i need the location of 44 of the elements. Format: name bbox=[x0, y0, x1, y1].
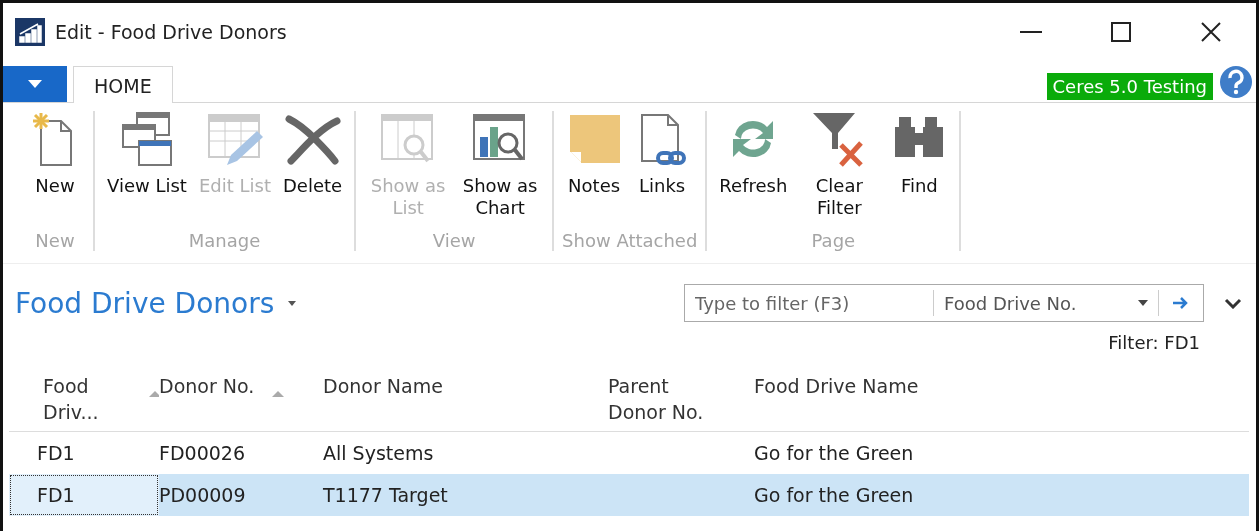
close-icon[interactable] bbox=[1201, 21, 1221, 42]
column-header[interactable]: Donor No. bbox=[159, 373, 255, 399]
table-pencil-icon bbox=[206, 111, 263, 167]
ribbon-button[interactable]: Refresh bbox=[715, 111, 792, 230]
ribbon-button[interactable]: Notes bbox=[562, 111, 627, 230]
table-cell: FD00026 bbox=[159, 442, 245, 464]
ribbon-button[interactable]: View List bbox=[103, 111, 191, 230]
column-header[interactable]: Food Driv... bbox=[43, 373, 132, 425]
ribbon-tab[interactable]: HOME bbox=[73, 66, 173, 103]
caret-icon bbox=[28, 80, 42, 88]
filter-label: Filter: FD1 bbox=[1108, 332, 1200, 353]
ribbon-button[interactable]: Show as Chart bbox=[456, 111, 545, 230]
window-title: Edit - Food Drive Donors bbox=[55, 20, 288, 43]
table-cell: Go for the Green bbox=[754, 442, 914, 464]
company-badge: Ceres 5.0 Testing bbox=[1046, 73, 1213, 100]
caret-icon[interactable] bbox=[288, 300, 297, 306]
ribbon-button[interactable]: Find bbox=[887, 111, 952, 230]
column-header[interactable]: Donor Name bbox=[323, 373, 443, 399]
table-cell: FD1 bbox=[37, 484, 75, 506]
group-label: Manage bbox=[187, 230, 262, 251]
field-dropdown[interactable]: Food Drive No. bbox=[934, 290, 1159, 316]
table-cell: T1177 Target bbox=[323, 484, 448, 506]
table-cell: FD1 bbox=[37, 442, 75, 464]
page-title: Food Drive Donors bbox=[15, 286, 275, 320]
group-label: New bbox=[34, 230, 76, 251]
group-label: Page bbox=[810, 230, 857, 251]
ribbon-button[interactable]: Links bbox=[630, 111, 695, 230]
ribbon-button[interactable]: Clear Filter bbox=[795, 111, 884, 230]
app-menu-button[interactable] bbox=[3, 66, 67, 102]
table-cell: PD00009 bbox=[159, 484, 246, 506]
help-icon[interactable] bbox=[1219, 65, 1253, 99]
table-cell: All Systems bbox=[323, 442, 434, 464]
group-label: Show Attached bbox=[562, 230, 698, 251]
ribbon-button[interactable]: Delete bbox=[278, 111, 347, 230]
ribbon-button[interactable]: New bbox=[25, 111, 85, 230]
table-cell: Go for the Green bbox=[754, 484, 914, 506]
column-header[interactable]: Food Drive Name bbox=[754, 373, 919, 399]
chevron-icon[interactable] bbox=[1224, 297, 1242, 309]
minimize-icon[interactable] bbox=[1020, 30, 1042, 33]
column-header[interactable]: Parent Donor No. bbox=[608, 373, 728, 425]
caret-icon bbox=[1138, 300, 1148, 306]
maximize-icon[interactable] bbox=[1111, 21, 1131, 42]
app-logo-icon bbox=[15, 17, 45, 46]
group-label: View bbox=[431, 230, 477, 251]
